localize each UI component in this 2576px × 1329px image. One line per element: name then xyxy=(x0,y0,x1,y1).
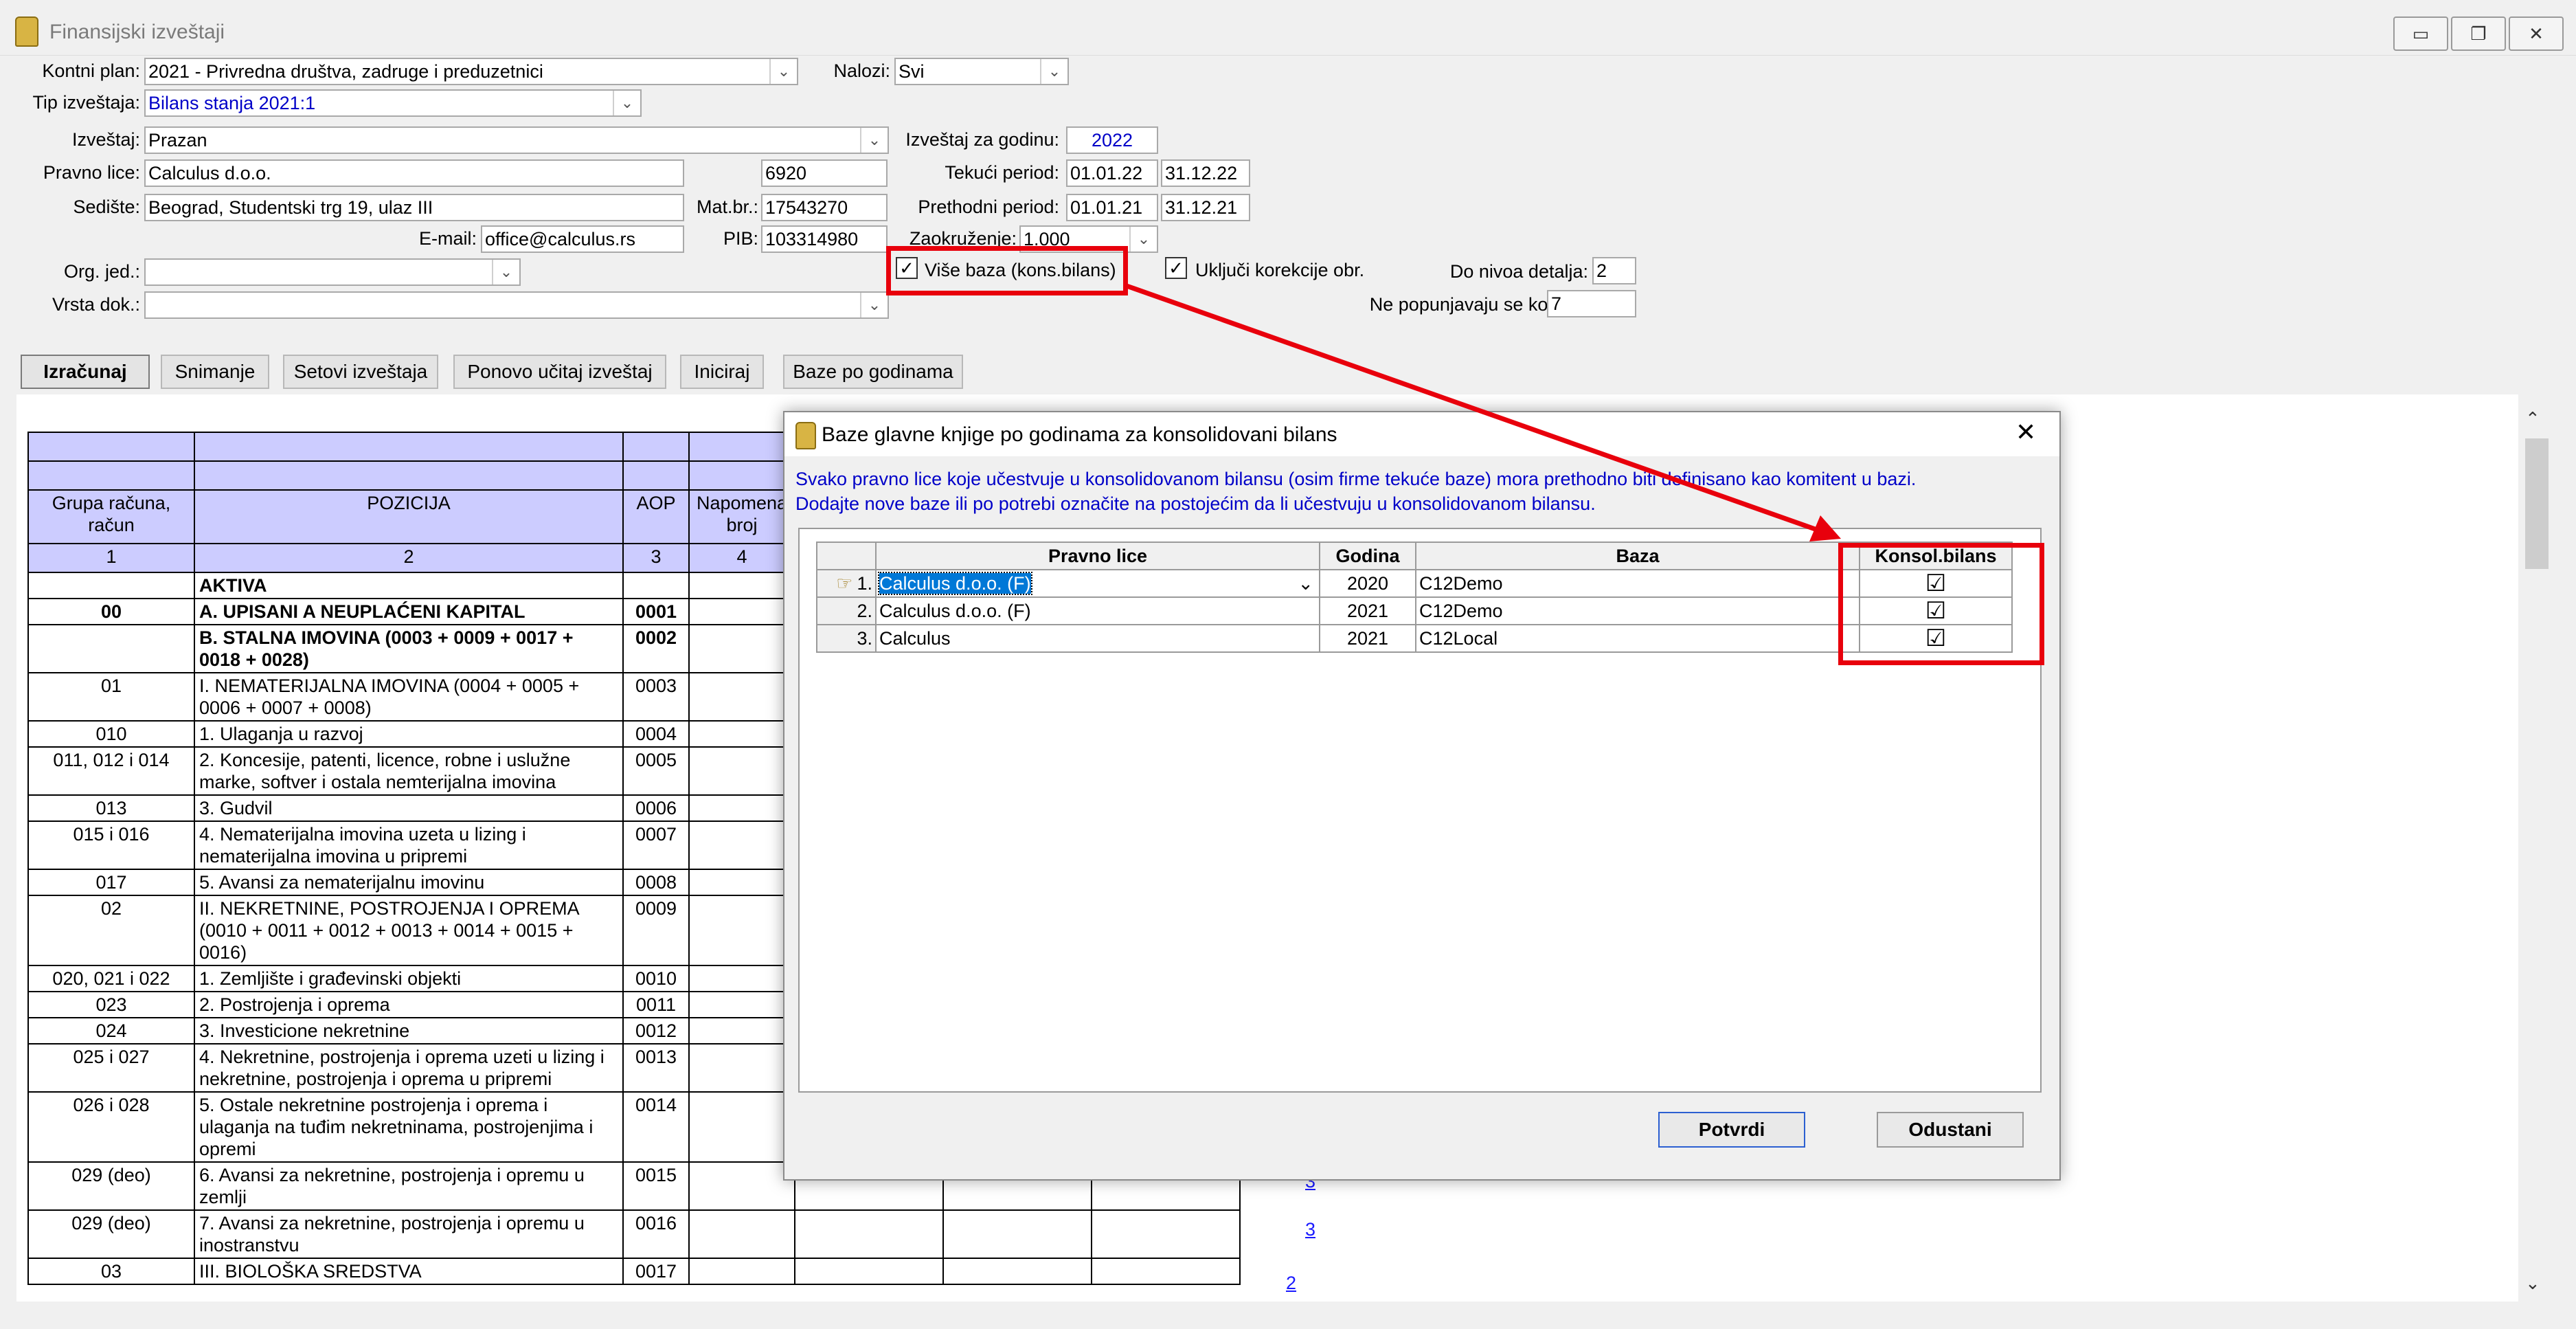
annotation-arrow xyxy=(1125,283,1841,541)
arrow-line xyxy=(1125,283,1820,533)
